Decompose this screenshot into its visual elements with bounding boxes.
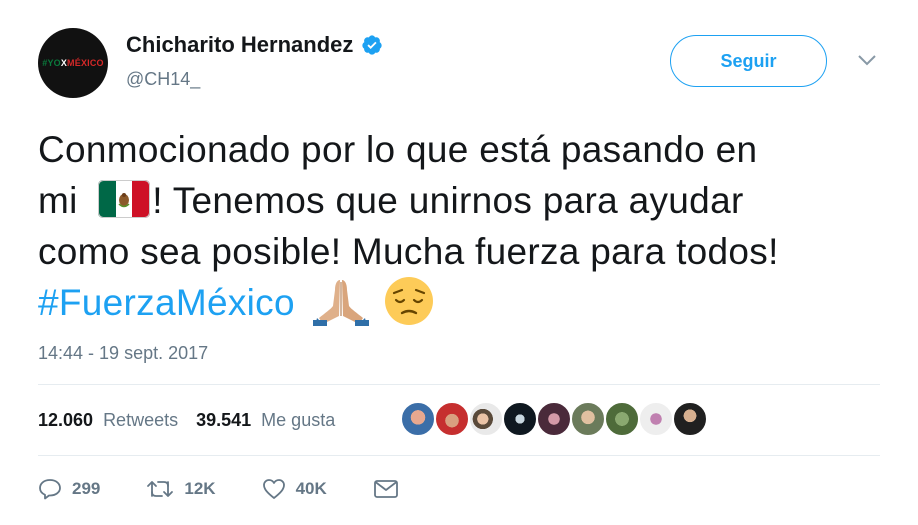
user-name[interactable]: Chicharito Hernandez bbox=[126, 32, 353, 58]
tweet-text-fragment: mi bbox=[38, 180, 78, 221]
verified-badge-icon bbox=[362, 35, 382, 55]
tweet-text: Conmocionado por lo que está pasando en … bbox=[38, 124, 888, 328]
tweet-line-4: #FuerzaMéxico bbox=[38, 277, 888, 328]
divider bbox=[38, 455, 880, 456]
like-count: 40K bbox=[295, 479, 327, 498]
liker-avatar[interactable] bbox=[604, 401, 640, 437]
liker-avatar[interactable] bbox=[570, 401, 606, 437]
retweet-count: 12K bbox=[184, 479, 216, 498]
hashtag-link[interactable]: #FuerzaMéxico bbox=[38, 282, 295, 323]
liker-avatar[interactable] bbox=[468, 401, 504, 437]
liker-avatar[interactable] bbox=[536, 401, 572, 437]
mexico-flag-icon bbox=[98, 180, 151, 219]
chevron-down-icon[interactable] bbox=[856, 52, 878, 68]
tweet-line-3: como sea posible! Mucha fuerza para todo… bbox=[38, 231, 779, 272]
tweet-text-fragment: ! Tenemos que unirnos para ayudar bbox=[152, 180, 744, 221]
tweet-line-1: Conmocionado por lo que está pasando en bbox=[38, 129, 758, 170]
likes-label[interactable]: Me gusta bbox=[261, 410, 335, 431]
tweet-actions: 299 12K 40K bbox=[38, 478, 445, 500]
divider bbox=[38, 384, 880, 385]
avatar[interactable]: #YOXMÉXICO bbox=[38, 28, 108, 98]
likes-count[interactable]: 39.541 bbox=[196, 410, 251, 431]
liker-avatar[interactable] bbox=[502, 401, 538, 437]
message-action[interactable] bbox=[373, 479, 399, 499]
follow-button[interactable]: Seguir bbox=[670, 35, 827, 87]
liker-avatar[interactable] bbox=[638, 401, 674, 437]
user-handle[interactable]: @CH14_ bbox=[126, 69, 200, 90]
reply-action[interactable]: 299 bbox=[38, 478, 100, 500]
retweet-action[interactable]: 12K bbox=[146, 478, 216, 500]
engagement-stats: 12.060 Retweets 39.541 Me gusta bbox=[38, 410, 343, 431]
liker-avatar[interactable] bbox=[434, 401, 470, 437]
envelope-icon[interactable] bbox=[373, 479, 399, 499]
folded-hands-icon bbox=[313, 280, 370, 327]
retweets-count[interactable]: 12.060 bbox=[38, 410, 93, 431]
user-name-row: Chicharito Hernandez bbox=[126, 32, 383, 58]
reply-icon[interactable] bbox=[38, 478, 62, 500]
avatar-logo-text: #YOXMÉXICO bbox=[42, 58, 104, 68]
tweet-timestamp[interactable]: 14:44 - 19 sept. 2017 bbox=[38, 343, 208, 364]
liker-avatar[interactable] bbox=[400, 401, 436, 437]
likers-avatars bbox=[400, 401, 708, 437]
heart-icon[interactable] bbox=[262, 478, 286, 500]
reply-count: 299 bbox=[72, 479, 101, 498]
tweet-line-2: mi ! Tenemos que unirnos para ayudar bbox=[38, 175, 888, 226]
retweets-label[interactable]: Retweets bbox=[103, 410, 178, 431]
like-action[interactable]: 40K bbox=[262, 478, 327, 500]
retweet-icon[interactable] bbox=[146, 478, 174, 500]
pensive-face-icon bbox=[385, 277, 434, 326]
liker-avatar[interactable] bbox=[672, 401, 708, 437]
